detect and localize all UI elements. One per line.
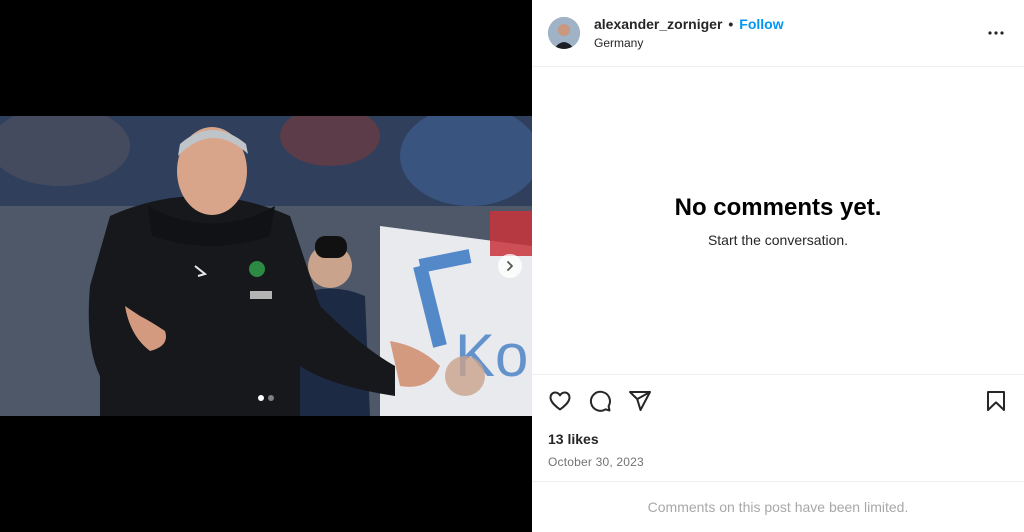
- post-modal: Ko alexander_zorniger • Follow Germany N…: [0, 0, 1024, 532]
- empty-comments-title: No comments yet.: [674, 193, 882, 221]
- location-link[interactable]: Germany: [594, 36, 784, 50]
- avatar[interactable]: [548, 17, 580, 49]
- avatar-image: [548, 17, 580, 49]
- carousel-dot-1: [258, 395, 264, 401]
- share-icon: [629, 391, 651, 411]
- like-button[interactable]: [548, 389, 572, 413]
- empty-comments-subtitle: Start the conversation.: [707, 231, 849, 248]
- more-options-button[interactable]: [984, 21, 1008, 45]
- post-side-panel: alexander_zorniger • Follow Germany No c…: [532, 0, 1024, 532]
- post-header: alexander_zorniger • Follow Germany: [532, 0, 1024, 67]
- heart-icon: [549, 391, 571, 411]
- media-pane: Ko: [0, 0, 532, 532]
- follow-button[interactable]: Follow: [739, 16, 783, 32]
- likes-count[interactable]: 13 likes: [532, 431, 1024, 447]
- share-button[interactable]: [628, 389, 652, 413]
- header-text: alexander_zorniger • Follow Germany: [594, 16, 784, 50]
- carousel-dot-2: [268, 395, 274, 401]
- comment-icon: [589, 390, 611, 412]
- post-image[interactable]: Ko: [0, 116, 532, 416]
- chevron-right-icon: [507, 261, 513, 271]
- save-button[interactable]: [984, 389, 1008, 413]
- action-bar: [532, 375, 1024, 427]
- comments-section: No comments yet. Start the conversation.: [532, 67, 1024, 375]
- username-row: alexander_zorniger • Follow: [594, 16, 784, 32]
- comments-limited-notice: Comments on this post have been limited.: [532, 481, 1024, 532]
- username-link[interactable]: alexander_zorniger: [594, 16, 722, 32]
- carousel-indicator: [0, 395, 532, 401]
- post-date[interactable]: October 30, 2023: [532, 455, 1024, 469]
- more-horizontal-icon: [988, 31, 1004, 35]
- carousel-next-button[interactable]: [498, 254, 522, 278]
- separator-dot: •: [728, 16, 734, 32]
- bookmark-icon: [987, 391, 1005, 411]
- comment-button[interactable]: [588, 389, 612, 413]
- post-photo-illustration: Ko: [0, 116, 532, 416]
